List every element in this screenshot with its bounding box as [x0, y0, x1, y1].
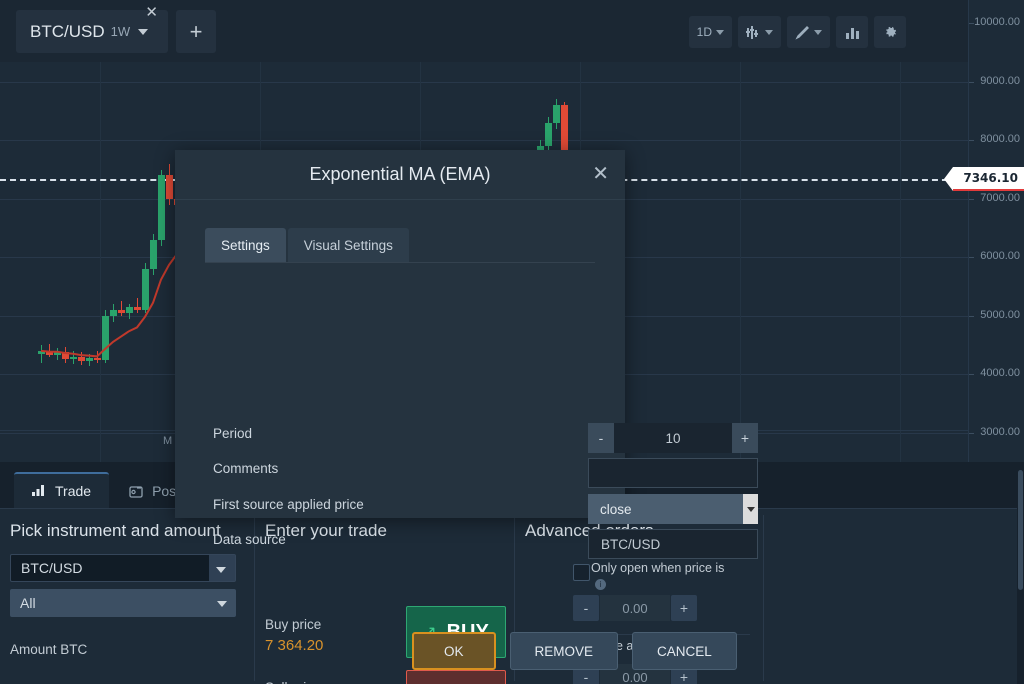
dialog-tab-visual-settings[interactable]: Visual Settings [287, 228, 409, 262]
dialog-title: Exponential MA (EMA) [309, 164, 491, 184]
instrument-filter-value: All [20, 595, 36, 611]
first-source-applied-price-value: close [600, 501, 632, 517]
timeframe-selector-label: 1D [696, 25, 712, 39]
comments-input[interactable] [588, 458, 758, 488]
decrement-button[interactable]: - [573, 595, 599, 621]
trade-panel-tab-trade[interactable]: Trade [14, 472, 110, 508]
chevron-down-icon [814, 29, 822, 35]
amount-label: Amount BTC [10, 642, 88, 657]
cancel-button[interactable]: CANCEL [632, 632, 737, 670]
price-axis-tick-label: 5000.00 [980, 308, 1020, 321]
price-axis-tick-label: 10000.00 [974, 16, 1020, 29]
symbol-tab-symbol: BTC/USD [30, 21, 105, 41]
price-axis-tick-mark [969, 140, 974, 142]
chevron-down-icon [765, 29, 773, 35]
period-stepper[interactable]: - 10 + [588, 423, 758, 453]
indicators-icon [746, 25, 761, 39]
chevron-down-icon[interactable] [217, 601, 227, 607]
increment-button[interactable]: + [671, 595, 697, 621]
only-open-price-stepper[interactable]: - 0.00 + [573, 595, 697, 621]
price-axis-tick-mark [969, 432, 974, 434]
first-source-applied-price-label: First source applied price [213, 497, 364, 512]
price-axis-tick-mark [969, 81, 974, 83]
only-open-when-price-label: Only open when price is [591, 561, 725, 575]
price-axis-tick-mark [969, 257, 974, 259]
add-chart-tab-button[interactable]: + [176, 10, 216, 53]
instrument-select[interactable]: BTC/USD [10, 554, 236, 582]
indicators-button[interactable] [738, 16, 781, 48]
period-increment-button[interactable]: + [732, 423, 758, 453]
dialog-tab-settings[interactable]: Settings [205, 228, 286, 262]
gear-icon [883, 25, 898, 40]
dialog-buttons: OK REMOVE CANCEL [412, 632, 737, 670]
ok-button[interactable]: OK [412, 632, 496, 670]
price-axis-tick-mark [969, 198, 974, 200]
data-source-input[interactable]: BTC/USD [588, 529, 758, 559]
period-value[interactable]: 10 [614, 423, 732, 453]
sell-price-label: Sell price [265, 680, 321, 684]
instrument-filter-select[interactable]: All [10, 589, 236, 617]
price-axis-tick-label: 8000.00 [980, 133, 1020, 146]
price-axis-tick-label: 7000.00 [980, 191, 1020, 204]
chart-tabbar: BTC/USD 1W ✕ + 1D [0, 0, 968, 62]
dialog-tab-separator [205, 262, 595, 263]
price-axis-tick-label: 6000.00 [980, 250, 1020, 263]
buy-price-label: Buy price [265, 617, 322, 632]
bar-chart-icon [845, 26, 860, 39]
first-source-applied-price-select[interactable]: close [588, 494, 758, 524]
sell-button[interactable]: ↘ SELL [406, 670, 506, 684]
chevron-down-icon [716, 29, 724, 35]
period-label: Period [213, 426, 253, 441]
close-icon[interactable]: ✕ [592, 164, 609, 184]
dialog-header: Exponential MA (EMA) ✕ [175, 150, 625, 200]
pencil-icon [795, 25, 810, 40]
buy-price-value: 7 364.20 [265, 637, 324, 654]
trade-panel-tabs: Trade Posi [0, 472, 197, 508]
chart-type-button[interactable] [836, 16, 868, 48]
close-icon[interactable]: ✕ [145, 5, 158, 20]
only-open-price-value[interactable]: 0.00 [600, 595, 670, 621]
price-axis-tick-label: 4000.00 [980, 367, 1020, 380]
price-axis-tick-mark [969, 23, 974, 25]
price-axis-tick-mark [969, 315, 974, 317]
scrollbar-thumb[interactable] [1018, 470, 1023, 590]
comments-label: Comments [213, 461, 279, 476]
chevron-down-icon[interactable] [743, 494, 758, 524]
data-source-label: Data source [213, 532, 286, 547]
drawing-tools-button[interactable] [787, 16, 830, 48]
price-axis-tick-mark [969, 374, 974, 376]
price-axis[interactable]: 7346.10 10000.00 9000.00 8000.00 7000.00 600… [944, 0, 1024, 462]
chart-toolbar: 1D [688, 16, 906, 48]
dialog-tabs: Settings Visual Settings [205, 228, 409, 262]
time-axis-label: M [163, 435, 173, 447]
trade-panel-tab-label: Trade [55, 483, 92, 499]
instrument-section-title: Pick instrument and amount [10, 521, 221, 540]
wallet-icon [129, 485, 143, 498]
period-decrement-button[interactable]: - [588, 423, 614, 453]
chart-settings-button[interactable] [874, 16, 906, 48]
remove-button[interactable]: REMOVE [509, 632, 619, 670]
info-icon[interactable]: i [595, 579, 606, 590]
chevron-down-icon[interactable] [138, 29, 148, 35]
column-divider [763, 515, 764, 681]
chart-icon [32, 485, 46, 497]
current-price-tag: 7346.10 [944, 166, 1024, 191]
instrument-select-value: BTC/USD [21, 560, 83, 576]
only-open-when-price-checkbox[interactable] [573, 564, 590, 581]
price-axis-tick-label: 9000.00 [980, 74, 1020, 87]
symbol-tab-btc-usd[interactable]: BTC/USD 1W ✕ [16, 5, 168, 53]
timeframe-selector[interactable]: 1D [688, 16, 732, 48]
ema-settings-dialog: Exponential MA (EMA) ✕ Settings Visual Se… [175, 150, 758, 670]
panel-scrollbar[interactable] [1017, 462, 1024, 684]
trading-platform-window: 7346.10 10000.00 9000.00 8000.00 7000.00 600… [0, 0, 1024, 684]
price-axis-tick-label: 3000.00 [980, 425, 1020, 438]
symbol-tab-timeframe: 1W [110, 24, 131, 39]
